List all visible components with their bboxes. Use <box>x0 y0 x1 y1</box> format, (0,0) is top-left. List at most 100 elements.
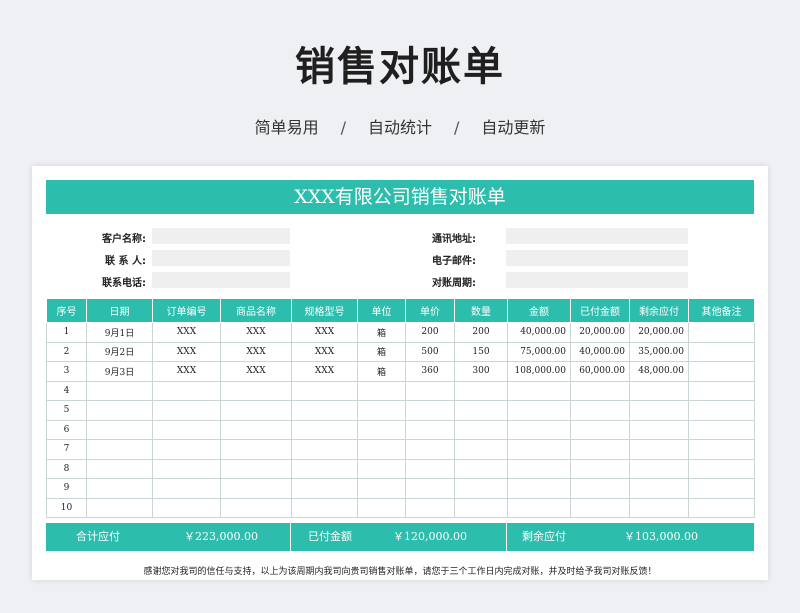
cell-quantity[interactable] <box>454 478 508 499</box>
cell-date[interactable]: 9月2日 <box>86 341 153 362</box>
cell-unit-price[interactable] <box>405 439 455 460</box>
cell-product[interactable] <box>220 439 292 460</box>
cell-product[interactable]: XXX <box>220 341 292 362</box>
customer-name-field[interactable] <box>152 228 290 244</box>
cell-spec[interactable] <box>291 400 358 421</box>
cell-amount[interactable] <box>507 458 571 479</box>
cell-quantity[interactable] <box>454 439 508 460</box>
cell-unit-price[interactable] <box>405 419 455 440</box>
cell-order-no[interactable] <box>152 400 221 421</box>
cell-date[interactable] <box>86 400 153 421</box>
cell-spec[interactable] <box>291 439 358 460</box>
cell-index[interactable]: 10 <box>46 497 87 518</box>
cell-remarks[interactable] <box>688 361 755 382</box>
cell-unit-price[interactable] <box>405 458 455 479</box>
cell-date[interactable] <box>86 380 153 401</box>
cell-amount[interactable] <box>507 380 571 401</box>
cell-spec[interactable] <box>291 458 358 479</box>
cell-amount[interactable] <box>507 497 571 518</box>
cell-remarks[interactable] <box>688 400 755 421</box>
cell-product[interactable]: XXX <box>220 361 292 382</box>
cell-spec[interactable]: XXX <box>291 322 358 343</box>
cell-paid[interactable] <box>570 478 630 499</box>
cell-remaining[interactable]: 35,000.00 <box>629 341 689 362</box>
cell-index[interactable]: 9 <box>46 478 87 499</box>
cell-remaining[interactable] <box>629 497 689 518</box>
cell-unit-price[interactable]: 200 <box>405 322 455 343</box>
cell-order-no[interactable] <box>152 458 221 479</box>
cell-remarks[interactable] <box>688 341 755 362</box>
cell-quantity[interactable] <box>454 497 508 518</box>
billing-period-field[interactable] <box>506 272 688 288</box>
cell-unit-price[interactable] <box>405 478 455 499</box>
address-field[interactable] <box>506 228 688 244</box>
cell-index[interactable]: 1 <box>46 322 87 343</box>
cell-unit[interactable] <box>357 478 406 499</box>
cell-order-no[interactable] <box>152 478 221 499</box>
cell-amount[interactable] <box>507 478 571 499</box>
cell-index[interactable]: 7 <box>46 439 87 460</box>
cell-product[interactable] <box>220 400 292 421</box>
cell-remaining[interactable] <box>629 419 689 440</box>
cell-spec[interactable]: XXX <box>291 361 358 382</box>
cell-unit[interactable] <box>357 380 406 401</box>
cell-index[interactable]: 5 <box>46 400 87 421</box>
cell-unit-price[interactable]: 360 <box>405 361 455 382</box>
cell-date[interactable] <box>86 478 153 499</box>
cell-remaining[interactable] <box>629 380 689 401</box>
cell-order-no[interactable] <box>152 439 221 460</box>
cell-order-no[interactable] <box>152 419 221 440</box>
cell-remarks[interactable] <box>688 439 755 460</box>
cell-product[interactable]: XXX <box>220 322 292 343</box>
cell-remaining[interactable]: 20,000.00 <box>629 322 689 343</box>
cell-quantity[interactable]: 150 <box>454 341 508 362</box>
cell-index[interactable]: 2 <box>46 341 87 362</box>
cell-paid[interactable] <box>570 497 630 518</box>
cell-date[interactable]: 9月1日 <box>86 322 153 343</box>
cell-date[interactable]: 9月3日 <box>86 361 153 382</box>
cell-quantity[interactable] <box>454 400 508 421</box>
cell-date[interactable] <box>86 458 153 479</box>
cell-spec[interactable] <box>291 419 358 440</box>
cell-quantity[interactable] <box>454 380 508 401</box>
cell-unit[interactable] <box>357 419 406 440</box>
cell-spec[interactable]: XXX <box>291 341 358 362</box>
cell-unit[interactable]: 箱 <box>357 361 406 382</box>
cell-unit-price[interactable] <box>405 380 455 401</box>
cell-remarks[interactable] <box>688 478 755 499</box>
email-field[interactable] <box>506 250 688 266</box>
cell-amount[interactable]: 75,000.00 <box>507 341 571 362</box>
cell-paid[interactable] <box>570 419 630 440</box>
cell-amount[interactable] <box>507 439 571 460</box>
cell-order-no[interactable] <box>152 380 221 401</box>
cell-remarks[interactable] <box>688 419 755 440</box>
cell-paid[interactable] <box>570 380 630 401</box>
cell-order-no[interactable]: XXX <box>152 341 221 362</box>
cell-remarks[interactable] <box>688 322 755 343</box>
cell-unit[interactable] <box>357 439 406 460</box>
cell-paid[interactable] <box>570 439 630 460</box>
cell-remarks[interactable] <box>688 380 755 401</box>
cell-remarks[interactable] <box>688 458 755 479</box>
contact-person-field[interactable] <box>152 250 290 266</box>
cell-paid[interactable]: 40,000.00 <box>570 341 630 362</box>
cell-remaining[interactable]: 48,000.00 <box>629 361 689 382</box>
cell-paid[interactable] <box>570 400 630 421</box>
cell-index[interactable]: 4 <box>46 380 87 401</box>
cell-order-no[interactable]: XXX <box>152 322 221 343</box>
cell-index[interactable]: 3 <box>46 361 87 382</box>
cell-paid[interactable]: 60,000.00 <box>570 361 630 382</box>
cell-index[interactable]: 6 <box>46 419 87 440</box>
cell-product[interactable] <box>220 380 292 401</box>
cell-spec[interactable] <box>291 478 358 499</box>
cell-remaining[interactable] <box>629 400 689 421</box>
cell-unit-price[interactable] <box>405 400 455 421</box>
contact-phone-field[interactable] <box>152 272 290 288</box>
cell-amount[interactable] <box>507 400 571 421</box>
cell-paid[interactable] <box>570 458 630 479</box>
cell-order-no[interactable] <box>152 497 221 518</box>
cell-amount[interactable]: 40,000.00 <box>507 322 571 343</box>
cell-amount[interactable] <box>507 419 571 440</box>
cell-amount[interactable]: 108,000.00 <box>507 361 571 382</box>
cell-unit-price[interactable]: 500 <box>405 341 455 362</box>
